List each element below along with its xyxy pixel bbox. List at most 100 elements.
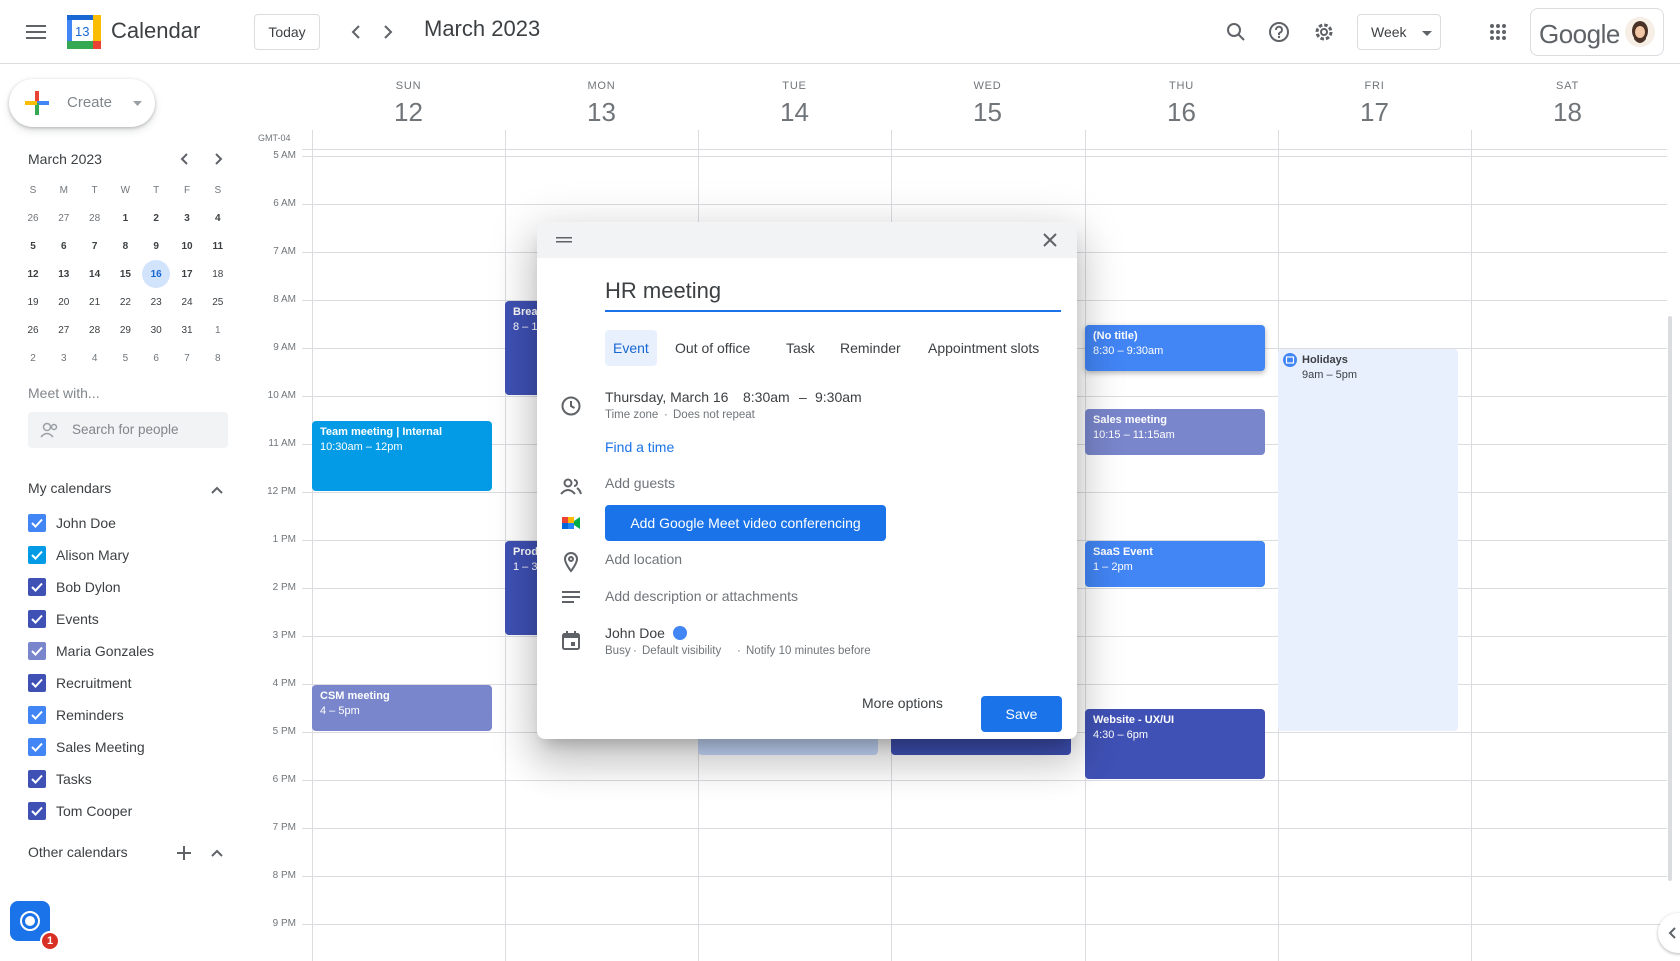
calendar-checkbox[interactable] [28,610,46,628]
event-holidays[interactable]: Holidays 9am – 5pm [1278,349,1458,731]
side-panel-toggle[interactable] [1658,913,1680,953]
mini-day[interactable]: 9 [142,232,170,260]
time-zone-link[interactable]: Time zone [605,409,658,421]
event-start-time[interactable]: 8:30am [743,389,790,405]
day-header[interactable]: SAT 18 [1471,80,1664,128]
mini-day[interactable]: 14 [81,260,109,288]
event-saas-event[interactable]: SaaS Event 1 – 2pm [1085,541,1265,587]
mini-day[interactable]: 6 [142,344,170,372]
dialog-drag-bar[interactable] [537,222,1077,258]
mini-day[interactable]: 31 [173,316,201,344]
search-people-input[interactable]: Search for people [28,412,228,448]
my-calendars-title[interactable]: My calendars [28,480,111,496]
event-title-input[interactable]: HR meeting [605,278,1061,312]
event-sales-meeting[interactable]: Sales meeting 10:15 – 11:15am [1085,409,1265,455]
find-a-time-link[interactable]: Find a time [605,439,674,455]
chevron-right-icon[interactable] [368,12,408,52]
save-button[interactable]: Save [981,696,1062,732]
mini-day[interactable]: 28 [81,204,109,232]
add-guests-input[interactable]: Add guests [605,475,675,491]
event-date[interactable]: Thursday, March 16 [605,389,728,405]
calendar-owner-select[interactable]: John Doe [605,625,665,641]
mini-day[interactable]: 26 [19,204,47,232]
calendar-checkbox[interactable] [28,546,46,564]
mini-day[interactable]: 11 [204,232,232,260]
main-menu-icon[interactable] [16,12,56,52]
mini-day[interactable]: 1 [204,316,232,344]
calendar-checkbox[interactable] [28,706,46,724]
grid-scrollbar[interactable] [1668,316,1672,881]
mini-day[interactable]: 2 [19,344,47,372]
day-number[interactable]: 17 [1278,97,1471,128]
tab-reminder[interactable]: Reminder [832,330,909,366]
more-options-button[interactable]: More options [862,695,943,711]
visibility-setting[interactable]: Default visibility [642,645,721,657]
event-website[interactable]: Website - UX/UI 4:30 – 6pm [1085,709,1265,779]
apps-grid-icon[interactable] [1478,12,1518,52]
add-google-meet-button[interactable]: Add Google Meet video conferencing [605,505,886,541]
mini-day[interactable]: 25 [204,288,232,316]
mini-day[interactable]: 4 [204,204,232,232]
mini-day[interactable]: 10 [173,232,201,260]
calendar-item[interactable]: John Doe [28,508,228,536]
mini-day[interactable]: 24 [173,288,201,316]
calendar-item[interactable]: Reminders [28,700,228,728]
repeat-setting[interactable]: Does not repeat [673,409,755,421]
mini-day[interactable]: 8 [204,344,232,372]
mini-day[interactable]: 13 [50,260,78,288]
today-button[interactable]: Today [254,14,320,50]
google-account-button[interactable]: Google [1530,8,1664,56]
day-number[interactable]: 14 [698,97,891,128]
mini-day[interactable]: 15 [111,260,139,288]
mini-day[interactable]: 8 [111,232,139,260]
calendar-item[interactable]: Maria Gonzales [28,636,228,664]
day-header[interactable]: MON 13 [505,80,698,128]
day-header[interactable]: SUN 12 [312,80,505,128]
mini-day[interactable]: 26 [19,316,47,344]
calendar-checkbox[interactable] [28,770,46,788]
event-no-title[interactable]: (No title) 8:30 – 9:30am [1085,325,1265,371]
mini-day[interactable]: 3 [173,204,201,232]
mini-day[interactable]: 18 [204,260,232,288]
mini-day[interactable]: 2 [142,204,170,232]
calendar-checkbox[interactable] [28,802,46,820]
day-number[interactable]: 16 [1085,97,1278,128]
calendar-checkbox[interactable] [28,578,46,596]
mini-day[interactable]: 12 [19,260,47,288]
tab-appointment-slots[interactable]: Appointment slots [920,330,1047,366]
assistant-extension-icon[interactable]: 1 [10,901,60,951]
settings-gear-icon[interactable] [1304,12,1344,52]
calendar-item[interactable]: Tasks [28,764,228,792]
day-number[interactable]: 12 [312,97,505,128]
calendar-checkbox[interactable] [28,642,46,660]
calendar-checkbox[interactable] [28,738,46,756]
mini-day[interactable]: 28 [81,316,109,344]
tab-task[interactable]: Task [778,330,823,366]
mini-day[interactable]: 5 [19,232,47,260]
view-selector-button[interactable]: Week [1357,14,1441,50]
chevron-up-icon[interactable] [205,478,229,502]
mini-day[interactable]: 7 [173,344,201,372]
mini-day[interactable]: 4 [81,344,109,372]
mini-day[interactable]: 1 [111,204,139,232]
tab-event[interactable]: Event [605,330,657,366]
mini-day[interactable]: 3 [50,344,78,372]
mini-day[interactable]: 20 [50,288,78,316]
day-number[interactable]: 18 [1471,97,1664,128]
other-calendars-chevron-up-icon[interactable] [205,841,229,865]
day-header[interactable]: WED 15 [891,80,1084,128]
create-button[interactable]: Create [9,79,155,127]
mini-prev-month-icon[interactable] [172,147,196,171]
tab-out-of-office[interactable]: Out of office [667,330,758,366]
calendar-color-dot[interactable] [673,626,687,640]
day-number[interactable]: 15 [891,97,1084,128]
day-header[interactable]: TUE 14 [698,80,891,128]
calendar-item[interactable]: Bob Dylon [28,572,228,600]
event-team-meeting[interactable]: Team meeting | Internal 10:30am – 12pm [312,421,492,491]
calendar-checkbox[interactable] [28,514,46,532]
day-header[interactable]: THU 16 [1085,80,1278,128]
mini-day[interactable]: 17 [173,260,201,288]
drag-handle-icon[interactable] [556,237,572,243]
close-icon[interactable] [1043,233,1057,247]
day-header[interactable]: FRI 17 [1278,80,1471,128]
